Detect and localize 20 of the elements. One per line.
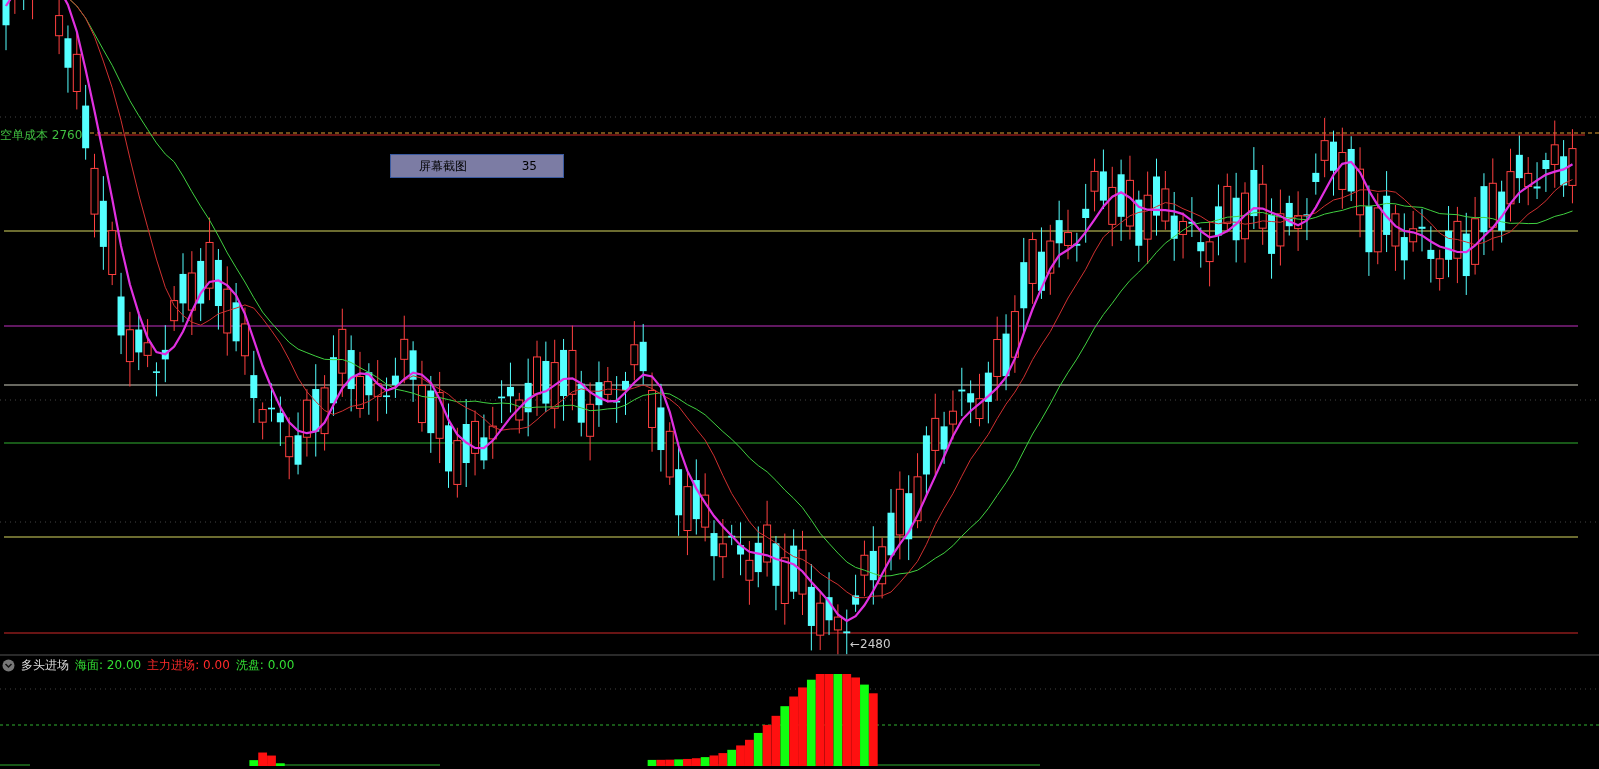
histogram-bar bbox=[771, 715, 781, 766]
low-price-label: ←2480 bbox=[850, 637, 891, 651]
collapse-icon[interactable] bbox=[2, 658, 15, 672]
histogram-bar bbox=[745, 739, 754, 766]
histogram-bar bbox=[727, 749, 737, 766]
cost-line-label: 空单成本 2760 bbox=[0, 128, 83, 142]
histogram-bar bbox=[736, 745, 745, 766]
histogram-bar bbox=[780, 706, 790, 766]
histogram-bar bbox=[762, 724, 772, 766]
popup-title: 屏幕截图 bbox=[419, 157, 467, 175]
popup-value: 35 bbox=[521, 159, 537, 173]
indicator-name: 多头进场 bbox=[21, 656, 69, 674]
indicator-value: 主力进场: 0.00 bbox=[147, 656, 230, 674]
histogram-bar bbox=[718, 753, 728, 766]
histogram-bar bbox=[753, 732, 763, 766]
indicator-value: 洗盘: 0.00 bbox=[235, 656, 295, 674]
histogram-bar bbox=[789, 696, 799, 766]
histogram-bar bbox=[700, 757, 710, 766]
indicator-value: 海面: 20.00 bbox=[75, 656, 142, 674]
histogram-bar bbox=[709, 755, 719, 766]
